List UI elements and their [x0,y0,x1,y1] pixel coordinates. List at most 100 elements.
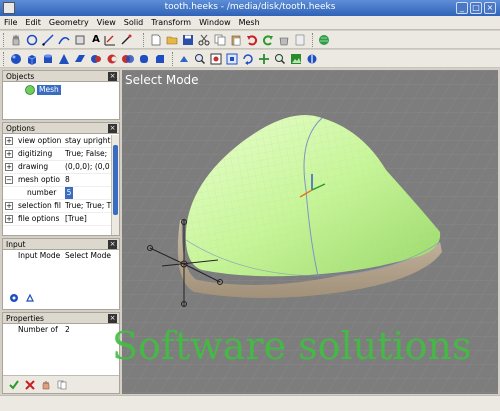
fit-view-icon[interactable] [226,53,238,65]
move-icon[interactable] [74,34,86,46]
line-icon[interactable] [42,34,54,46]
watermark-text: Software solutions [112,324,472,368]
new-file-icon[interactable] [150,34,162,46]
zoom-icon[interactable] [210,53,222,65]
cut-icon[interactable] [198,34,210,46]
collapse-icon[interactable]: − [5,176,13,184]
minimize-icon[interactable]: _ [456,2,468,14]
copy-icon[interactable] [214,34,226,46]
properties-actions [3,375,119,393]
image-icon[interactable] [290,53,302,65]
cone-icon[interactable] [58,53,70,65]
sphere-icon[interactable] [10,53,22,65]
menu-solid[interactable]: Solid [120,16,148,29]
properties-icon[interactable] [294,34,306,46]
maximize-icon[interactable]: □ [470,2,482,14]
menu-window[interactable]: Window [195,16,235,29]
option-value: (0,0,0); (0,0 [65,162,110,171]
arc-icon[interactable] [58,34,70,46]
option-row-digitizing[interactable]: + digitizing True; False; [3,148,111,161]
menu-bar: File Edit Geometry View Solid Transform Window… [0,16,500,30]
magnify-icon[interactable] [274,53,286,65]
undo-icon[interactable] [246,34,258,46]
panel-close-icon[interactable]: × [108,124,117,133]
circle-icon[interactable] [26,34,38,46]
option-row-drawing[interactable]: + drawing (0,0,0); (0,0 [3,161,111,174]
text-icon[interactable]: A [90,34,102,46]
expand-icon[interactable]: + [5,137,13,145]
panel-close-icon[interactable]: × [108,240,117,249]
menu-mesh[interactable]: Mesh [235,16,264,29]
option-row-number[interactable]: number 5 [3,187,111,200]
cube-icon[interactable] [26,53,38,65]
menu-edit[interactable]: Edit [21,16,45,29]
objects-panel-title: Objects [6,72,35,81]
cylinder-icon[interactable] [42,53,54,65]
properties-panel-title: Properties [6,314,44,323]
object-tree-item-mesh[interactable]: Mesh [25,85,85,95]
option-key: view option [18,136,62,145]
menu-file[interactable]: File [0,16,21,29]
menu-view[interactable]: View [93,16,120,29]
zoom-window-icon[interactable] [194,53,206,65]
toolbar-grip[interactable] [3,33,6,47]
chamfer-icon[interactable] [154,53,166,65]
expand-icon[interactable]: + [5,215,13,223]
toolbar-grip[interactable] [3,52,6,66]
option-value: [True] [65,214,87,223]
properties-panel: Properties × Number of 2 [2,312,120,394]
option-key: drawing [18,162,49,171]
expand-icon[interactable]: + [5,150,13,158]
scrollbar-thumb[interactable] [113,145,118,215]
globe-icon[interactable] [318,34,330,46]
expand-icon[interactable]: + [5,163,13,171]
open-folder-icon[interactable] [166,34,178,46]
save-icon[interactable] [182,34,194,46]
hand-icon[interactable] [41,380,51,390]
toolbar-solids [0,50,500,68]
toolbar-grip[interactable] [312,33,315,47]
option-row-mesh[interactable]: − mesh optio 8 [3,174,111,187]
coordinate-system-icon[interactable] [120,34,132,46]
options-scrollbar[interactable] [111,135,119,235]
cancel-x-icon[interactable] [25,380,35,390]
option-row-view[interactable]: + view option stay upright [3,135,111,148]
common-icon[interactable] [122,53,134,65]
option-key: digitizing [18,149,53,158]
cut-solid-icon[interactable] [106,53,118,65]
toolbar-grip[interactable] [143,33,146,47]
union-icon[interactable] [90,53,102,65]
paste-icon[interactable] [230,34,242,46]
panel-close-icon[interactable]: × [108,72,117,81]
option-row-selection[interactable]: + selection fil True; True; T [3,200,111,213]
option-value: stay upright [65,136,111,145]
option-key: file options [18,214,60,223]
select-icon[interactable] [9,293,19,303]
option-row-file[interactable]: + file options [True] [3,213,111,226]
sheet-icon[interactable] [74,53,86,65]
redo-icon[interactable] [262,34,274,46]
input-mode-label: Input Mode [18,251,61,260]
view-back-icon[interactable] [178,53,190,65]
pan-view-icon[interactable] [258,53,270,65]
option-value-input[interactable]: 5 [65,187,73,199]
dimension-icon[interactable] [104,34,116,46]
delete-icon[interactable] [278,34,290,46]
menu-transform[interactable]: Transform [147,16,195,29]
close-icon[interactable]: × [484,2,496,14]
apply-check-icon[interactable] [9,380,19,390]
pick-icon[interactable] [25,293,35,303]
mesh-item-label: Mesh [37,85,61,95]
objects-panel-header: Objects × [3,71,119,82]
toolbar-geometry: A [0,31,500,49]
light-icon[interactable] [306,53,318,65]
toolbar-grip[interactable] [172,52,175,66]
hand-icon[interactable] [10,34,22,46]
menu-geometry[interactable]: Geometry [45,16,93,29]
copy-icon[interactable] [57,380,67,390]
rotate-view-icon[interactable] [242,53,254,65]
expand-icon[interactable]: + [5,202,13,210]
fillet-icon[interactable] [138,53,150,65]
property-value[interactable]: 2 [65,325,70,334]
input-mode-value[interactable]: Select Mode [65,251,111,260]
